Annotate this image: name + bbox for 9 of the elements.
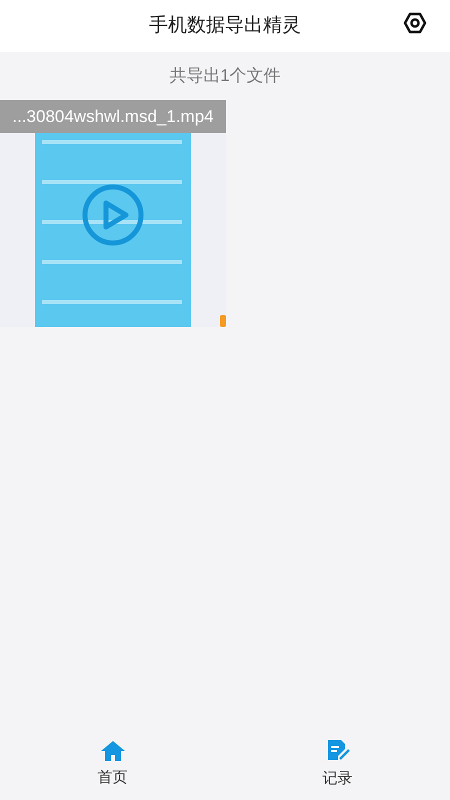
file-name: ...30804wshwl.msd_1.mp4 xyxy=(12,106,214,128)
export-count-text: 共导出1个文件 xyxy=(169,65,281,88)
nav-tab[interactable]: 记录 xyxy=(225,730,450,800)
settings-icon xyxy=(403,12,427,34)
nav-tab[interactable]: 首页 xyxy=(0,730,225,800)
document-edit-icon xyxy=(326,740,350,762)
home-icon xyxy=(100,740,124,761)
app-title: 手机数据导出精灵 xyxy=(149,14,301,38)
settings-button[interactable] xyxy=(402,10,428,36)
